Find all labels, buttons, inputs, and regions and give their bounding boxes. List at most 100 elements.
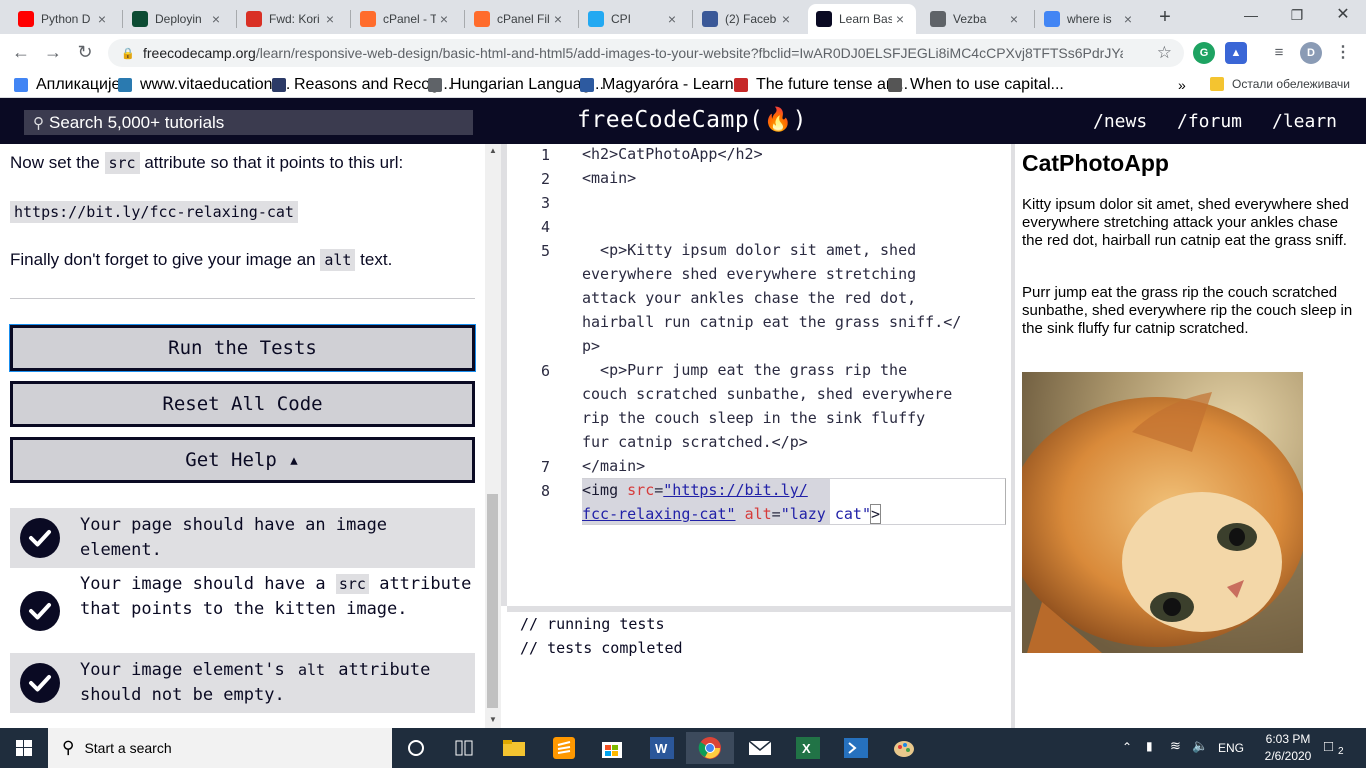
sublime-text-icon[interactable] [540,732,588,764]
nav-learn-link[interactable]: /learn [1272,111,1337,132]
bookmark-item[interactable]: Reasons and Recog... [272,76,452,94]
media-control-icon[interactable]: ≡ [1268,42,1290,64]
close-tab-icon[interactable]: × [322,11,338,27]
reset-code-button[interactable]: Reset All Code [10,381,475,427]
close-tab-icon[interactable]: × [892,11,908,27]
task-view-icon[interactable] [440,732,488,764]
forward-button[interactable]: → [42,41,64,63]
other-bookmarks-folder[interactable]: Остали обележивачи [1210,77,1350,91]
cortana-icon[interactable] [392,732,440,764]
tab-title: cPanel Fil [497,12,550,26]
browser-tab[interactable]: CPI × [580,4,688,34]
grammarly-extension-icon[interactable]: G [1193,42,1215,64]
paint-icon[interactable] [880,732,928,764]
bookmark-label: When to use capital... [910,76,1064,93]
show-hidden-icons-icon[interactable]: ⌃ [1122,740,1132,754]
bookmark-item[interactable]: The future tense an... [734,76,908,94]
bookmark-item[interactable]: Апликације [14,76,120,94]
get-help-button[interactable]: Get Help ▴ [10,437,475,483]
tab-title: Learn Bas [839,12,892,26]
graduation-cap-extension-icon[interactable]: ▲ [1225,42,1247,64]
tab-title: Fwd: Kori [269,12,320,26]
taskbar-search-input[interactable]: ⚲ Start a search [48,728,392,768]
close-tab-icon[interactable]: × [436,11,452,27]
browser-tab[interactable]: Vezba × [922,4,1030,34]
bookmark-label: www.vitaeducation.... [140,76,291,93]
close-tab-icon[interactable]: × [94,11,110,27]
bookmarks-overflow-button[interactable]: » [1178,77,1186,93]
scrollbar-thumb[interactable] [487,494,498,708]
mail-icon[interactable] [736,732,784,764]
volume-icon[interactable]: 🔈 [1192,738,1208,754]
check-icon [20,518,60,558]
code-line: hairball run catnip eat the grass sniff.… [582,313,962,331]
code-token-attr: alt [744,505,772,523]
file-explorer-icon[interactable] [490,732,538,764]
bookmark-item[interactable]: Hungarian Languag... [428,76,604,94]
browser-tab[interactable]: Fwd: Kori × [238,4,346,34]
bookmark-star-icon[interactable]: ☆ [1157,43,1172,63]
new-tab-button[interactable]: + [1154,6,1176,28]
back-button[interactable]: ← [10,41,32,63]
browser-menu-icon[interactable]: ⋮ [1332,42,1354,64]
test-text-part: Your image element's [80,660,295,680]
line-number: 1 [541,146,551,164]
instruction-alt-line: Finally don't forget to give your image … [10,249,392,271]
url-text: freecodecamp.org/learn/responsive-web-de… [143,45,1123,61]
browser-tab[interactable]: cPanel Fil × [466,4,574,34]
store-icon[interactable] [588,732,636,764]
tab-title: Deployin [155,12,202,26]
tab-title: (2) Faceb [725,12,777,26]
browser-tab[interactable]: Python D × [10,4,118,34]
browser-tab[interactable]: Learn Bas × [808,4,916,34]
notifications-icon[interactable]: □ [1324,738,1333,755]
browser-tab[interactable]: (2) Faceb × [694,4,802,34]
code-token-eq: = [771,505,781,523]
close-tab-icon[interactable]: × [550,11,566,27]
nav-forum-link[interactable]: /forum [1177,111,1242,132]
code-token-tag: > [869,504,882,524]
profile-avatar[interactable]: D [1300,42,1322,64]
address-bar[interactable]: 🔒 freecodecamp.org/learn/responsive-web-… [108,39,1184,67]
code-line: everywhere shed everywhere stretching [582,265,917,283]
powershell-icon[interactable] [832,732,880,764]
tab-title: where is [1067,12,1112,26]
close-window-button[interactable]: ✕ [1328,4,1358,26]
nav-news-link[interactable]: /news [1093,111,1147,132]
windows-start-button[interactable] [0,728,48,768]
bookmark-item[interactable]: Magyaróra - Learn... [580,76,747,94]
code-token-attr: src [627,481,655,499]
run-tests-button[interactable]: Run the Tests [10,325,475,371]
close-tab-icon[interactable]: × [208,11,224,27]
close-tab-icon[interactable]: × [664,11,680,27]
maximize-button[interactable]: ❐ [1282,4,1312,26]
clock-date[interactable]: 2/6/2020 [1258,749,1318,763]
bookmark-item[interactable]: www.vitaeducation.... [118,76,290,94]
fcc-logo[interactable]: freeCodeCamp(🔥) [577,106,807,133]
browser-tab[interactable]: Deployin × [124,4,232,34]
word-icon[interactable]: W [638,732,686,764]
browser-tab[interactable]: where is × [1036,4,1144,34]
clock-time[interactable]: 6:03 PM [1258,732,1318,746]
scroll-down-arrow-icon[interactable]: ▼ [489,715,497,724]
wifi-icon[interactable]: ≋ [1170,738,1181,754]
notifications-count: 2 [1338,746,1344,757]
battery-icon[interactable]: ▮ [1146,739,1153,753]
line-number: 6 [541,362,551,380]
excel-icon[interactable]: X [784,732,832,764]
reload-button[interactable]: ↻ [74,41,96,63]
close-tab-icon[interactable]: × [778,11,794,27]
language-indicator[interactable]: ENG [1218,741,1244,755]
close-tab-icon[interactable]: × [1006,11,1022,27]
vita-icon [118,78,132,92]
test-text-part: Your page should have an image element. [80,515,388,560]
tab-separator [1034,10,1035,28]
chrome-icon[interactable] [686,732,734,764]
close-tab-icon[interactable]: × [1120,11,1136,27]
browser-tab[interactable]: cPanel - T × [352,4,460,34]
tab-separator [692,10,693,28]
scroll-up-arrow-icon[interactable]: ▲ [489,146,497,155]
minimize-button[interactable]: — [1236,4,1266,26]
bookmark-item[interactable]: When to use capital... [888,76,1064,94]
fcc-search-input[interactable]: ⚲ Search 5,000+ tutorials [24,110,473,135]
